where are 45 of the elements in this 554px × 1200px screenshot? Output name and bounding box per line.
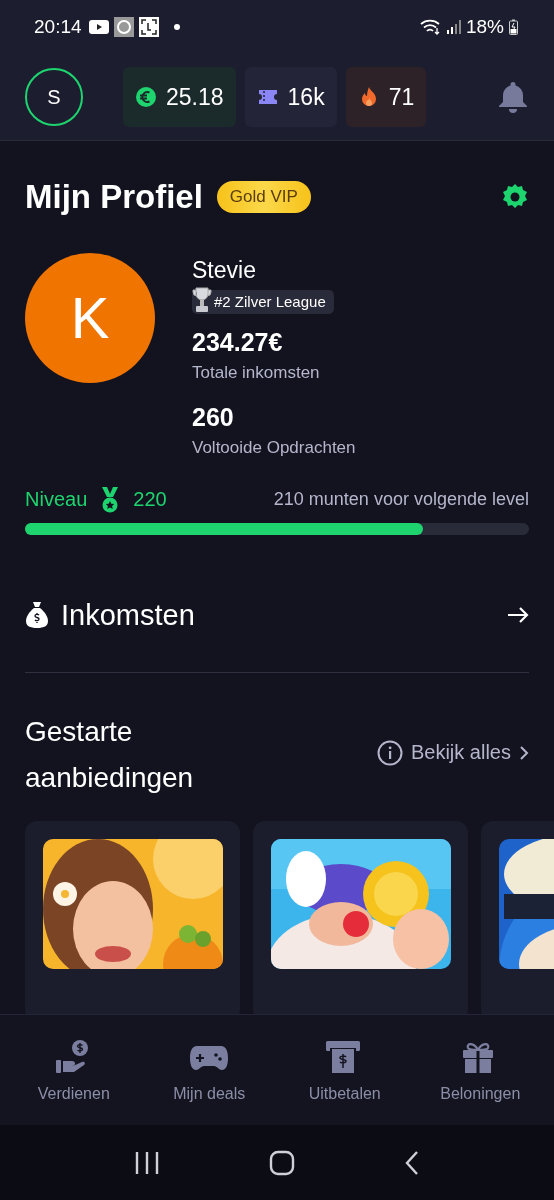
page-title: Mijn Profiel	[25, 177, 203, 216]
offer-card[interactable]	[25, 820, 240, 1015]
battery-percentage: 18%	[465, 16, 504, 39]
frame-app-icon	[138, 17, 159, 38]
home-icon[interactable]	[269, 1149, 295, 1176]
level-hint: 210 munten voor volgende level	[273, 489, 529, 511]
balance-chip[interactable]: 71	[345, 67, 427, 128]
wifi-icon	[419, 19, 442, 36]
balance-chip[interactable]: 16k	[244, 67, 337, 128]
arrow-right-icon	[507, 606, 529, 625]
nav-tab[interactable]: Uitbetalen	[284, 1037, 405, 1103]
nav-tab[interactable]: Verdienen	[13, 1037, 134, 1103]
stat-value: 234.27€	[192, 327, 284, 357]
settings-icon[interactable]	[501, 182, 529, 211]
notification-dot-icon	[173, 24, 180, 31]
video-app-icon	[88, 20, 109, 35]
circle-app-icon	[113, 17, 134, 38]
nav-tab[interactable]: Beloningen	[420, 1037, 541, 1103]
nav-tab[interactable]: Mijn deals	[149, 1037, 270, 1103]
battery-icon	[509, 19, 518, 36]
user-avatar[interactable]: S	[25, 68, 83, 127]
earnings-link[interactable]: Inkomsten	[25, 598, 529, 632]
level-label: Niveau	[25, 488, 88, 512]
league-badge: #2 Zilver League	[192, 289, 334, 314]
info-icon	[376, 739, 403, 766]
user-name: Stevie	[192, 256, 257, 284]
stat-label: Totale inkomsten	[192, 362, 321, 383]
section-title: Gestarte aanbiedingen	[25, 714, 195, 795]
offer-card[interactable]	[253, 820, 468, 1015]
stat-label: Voltooide Opdrachten	[192, 437, 356, 458]
trophy-icon	[192, 285, 212, 314]
profile-avatar: K	[25, 252, 155, 383]
money-bag-icon	[25, 601, 49, 630]
euro-icon	[135, 86, 157, 109]
chevron-right-icon	[519, 744, 529, 761]
recent-apps-icon[interactable]	[134, 1150, 161, 1175]
vip-badge: Gold VIP	[216, 180, 311, 213]
signal-icon	[446, 19, 461, 36]
notification-bell-icon[interactable]	[497, 80, 529, 115]
balance-chip[interactable]: 25.18	[123, 67, 236, 128]
see-all-link[interactable]: Bekijk alles	[376, 739, 529, 766]
back-icon[interactable]	[403, 1149, 420, 1176]
stat-value: 260	[192, 402, 235, 432]
clock-time: 20:14	[34, 16, 82, 39]
level-value: 220	[133, 488, 167, 512]
